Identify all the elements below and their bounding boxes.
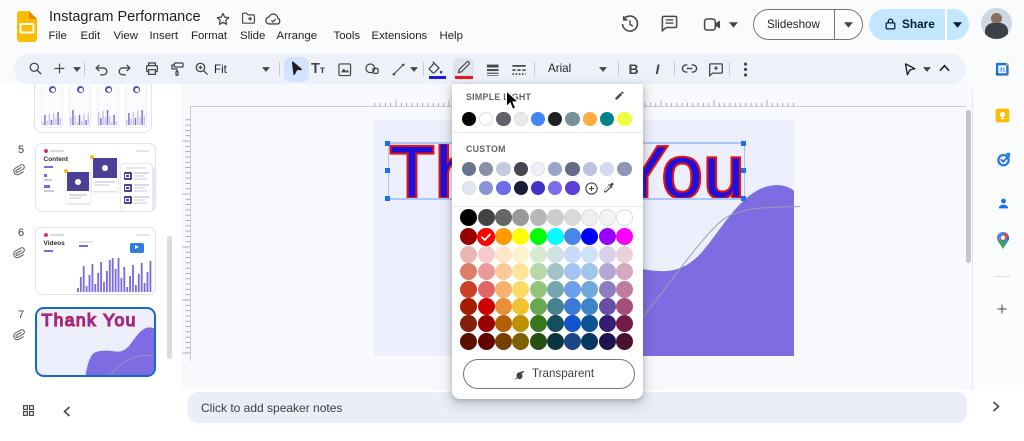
- svg-text:31: 31: [999, 68, 1005, 74]
